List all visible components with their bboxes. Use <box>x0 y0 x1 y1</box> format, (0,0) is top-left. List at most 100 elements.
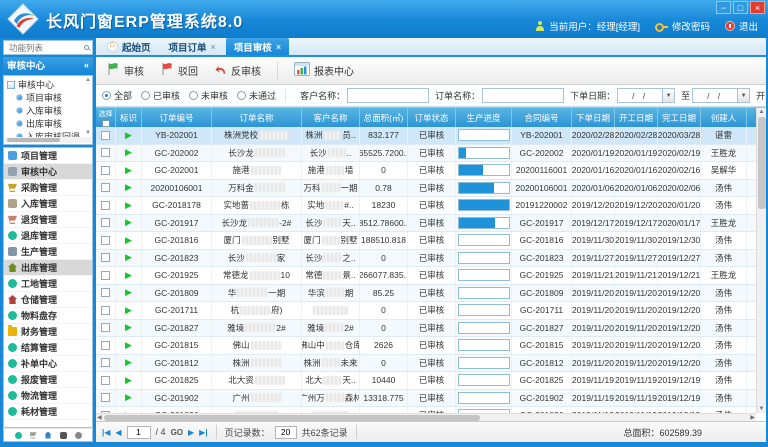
table-row[interactable]: GC-2018178实地蔷栋实地#..18230已审核2019122000220… <box>96 197 756 215</box>
tab-project-orders[interactable]: 项目订单 <box>161 38 224 55</box>
column-header-9[interactable]: 下单日期 <box>572 108 615 127</box>
table-row[interactable]: GC-201917长沙龙-2#长沙天..8512.78600..已审核GC-20… <box>96 215 756 233</box>
column-header-1[interactable]: 标识 <box>116 108 142 127</box>
search-input[interactable] <box>7 42 73 54</box>
row-checkbox[interactable] <box>101 148 110 157</box>
sidebar-module-7[interactable]: 出库管理 <box>4 260 92 276</box>
horizontal-scrollbar[interactable] <box>96 413 756 421</box>
sidebar-module-12[interactable]: 结算管理 <box>4 340 92 356</box>
report-center-button[interactable]: 报表中心 <box>294 62 354 79</box>
column-header-6[interactable]: 订单状态 <box>408 108 456 127</box>
sidebar-module-13[interactable]: 补单中心 <box>4 356 92 372</box>
sidebar-module-15[interactable]: 物流管理 <box>4 388 92 404</box>
tree-hscrollbar[interactable] <box>5 137 91 143</box>
go-button[interactable]: GO <box>171 428 183 437</box>
order-name-input[interactable] <box>482 88 564 103</box>
search-icon[interactable] <box>84 45 89 50</box>
row-checkbox[interactable] <box>101 393 110 402</box>
scroll-up-icon[interactable] <box>759 109 765 115</box>
row-checkbox[interactable] <box>101 218 110 227</box>
table-row[interactable]: GC-202002长沙龙长沙..65525.7200..已审核GC-202002… <box>96 145 756 163</box>
order-date-input[interactable]: / / <box>617 88 663 103</box>
tab-close-icon[interactable] <box>211 42 216 52</box>
table-row[interactable]: GC-201925常德龙10常德景..266077.835..已审核GC-201… <box>96 267 756 285</box>
tab-home[interactable]: 起始页 <box>99 38 159 55</box>
sidebar-module-6[interactable]: 生产管理 <box>4 244 92 260</box>
more-dots-icon[interactable] <box>75 432 82 439</box>
row-checkbox[interactable] <box>101 306 110 315</box>
column-header-4[interactable]: 客户名称 <box>302 108 360 127</box>
hscroll-thumb[interactable] <box>104 415 480 421</box>
row-checkbox[interactable] <box>101 201 110 210</box>
tree-hscroll-thumb[interactable] <box>7 138 60 142</box>
table-row[interactable]: GC-201827雅境2#雅境2#0已审核GC-2018272019/11/20… <box>96 320 756 338</box>
scroll-down-icon[interactable] <box>759 406 765 412</box>
row-checkbox[interactable] <box>101 183 110 192</box>
filter-radio-3[interactable]: 未通过 <box>237 89 276 102</box>
status-dot-icon[interactable] <box>15 432 22 439</box>
send-icon[interactable] <box>45 432 52 439</box>
table-row[interactable]: GC-201809华一期华滨期85.25已审核GC-2018092019/11/… <box>96 285 756 303</box>
row-checkbox[interactable] <box>101 253 110 262</box>
customer-name-input[interactable] <box>347 88 429 103</box>
collapse-icon[interactable] <box>84 60 89 70</box>
change-password-button[interactable]: 修改密码 <box>655 19 710 33</box>
row-checkbox[interactable] <box>101 358 110 367</box>
table-row[interactable]: 20200106001万科金万科一期0.78已审核202001060012020… <box>96 180 756 198</box>
table-row[interactable]: YB-202001株洲党校株洲员..832.177已审核YB-202001202… <box>96 127 756 145</box>
chevron-down-icon[interactable] <box>738 88 750 103</box>
row-checkbox[interactable] <box>101 341 110 350</box>
sidebar-module-4[interactable]: 退货管理 <box>4 212 92 228</box>
tree-item[interactable]: 出库审核 <box>7 117 92 130</box>
column-header-11[interactable]: 完工日期 <box>658 108 701 127</box>
tab-close-icon[interactable] <box>276 42 281 52</box>
page-number-input[interactable] <box>127 426 151 439</box>
tree-item[interactable]: 项目审核 <box>7 91 92 104</box>
table-row[interactable]: GC-201812株洲株洲未来0已审核GC-2018122019/11/2020… <box>96 355 756 373</box>
page-size-input[interactable] <box>275 426 297 439</box>
sidebar-module-3[interactable]: 入库管理 <box>4 196 92 212</box>
logout-button[interactable]: 退出 <box>725 19 758 33</box>
row-checkbox[interactable] <box>101 271 110 280</box>
restore-button[interactable]: □ <box>733 1 748 14</box>
sidebar-module-0[interactable]: 项目管理 <box>4 148 92 164</box>
table-row[interactable]: GC-202001施港施港墙0已审核202001160012020/01/162… <box>96 162 756 180</box>
select-all-checkbox[interactable] <box>102 120 110 127</box>
filter-radio-1[interactable]: 已审核 <box>141 89 180 102</box>
filter-radio-2[interactable]: 未审核 <box>189 89 228 102</box>
tree-scroll-up-icon[interactable] <box>85 77 91 83</box>
table-row[interactable]: GC-201825北大资北大天..10440已审核GC-2018252019/1… <box>96 372 756 390</box>
sidebar-module-5[interactable]: 退库管理 <box>4 228 92 244</box>
table-row[interactable]: GC-201711杭府)0已审核GC-2017112019/11/202019/… <box>96 302 756 320</box>
minimize-button[interactable]: − <box>716 1 731 14</box>
sidebar-module-2[interactable]: 采购管理 <box>4 180 92 196</box>
tree-root[interactable]: 审核中心 <box>7 78 92 91</box>
row-checkbox[interactable] <box>101 236 110 245</box>
user-box-icon[interactable] <box>60 432 67 439</box>
row-checkbox[interactable] <box>101 323 110 332</box>
sidebar-module-8[interactable]: 工地管理 <box>4 276 92 292</box>
row-checkbox[interactable] <box>101 166 110 175</box>
table-row[interactable]: GC-201823长沙家长沙之..0已审核GC-2018232019/11/27… <box>96 250 756 268</box>
column-header-0[interactable]: 选择 <box>96 108 116 127</box>
table-row[interactable]: GC-201816厦门别墅厦门别墅188510.818已审核GC-2018162… <box>96 232 756 250</box>
scroll-left-icon[interactable] <box>97 414 102 421</box>
tab-project-audit[interactable]: 项目审核 <box>226 38 289 55</box>
last-page-icon[interactable] <box>199 428 207 437</box>
column-header-10[interactable]: 开工日期 <box>615 108 658 127</box>
prev-page-icon[interactable] <box>115 428 121 437</box>
sidebar-module-10[interactable]: 物料盘存 <box>4 308 92 324</box>
audit-button[interactable]: 审核 <box>106 62 144 79</box>
column-header-2[interactable]: 订单编号 <box>142 108 212 127</box>
column-header-12[interactable]: 创建人 <box>701 108 747 127</box>
column-header-3[interactable]: 订单名称 <box>212 108 302 127</box>
sidebar-module-16[interactable]: 耗材管理 <box>4 404 92 420</box>
order-date-end-input[interactable]: / / <box>692 88 738 103</box>
column-header-7[interactable]: 生产进度 <box>456 108 512 127</box>
sidebar-module-11[interactable]: 财务管理 <box>4 324 92 340</box>
chevron-down-icon[interactable] <box>663 88 675 103</box>
filter-radio-0[interactable]: 全部 <box>102 89 132 102</box>
tree-scroll-down-icon[interactable] <box>85 130 91 136</box>
first-page-icon[interactable] <box>102 428 110 437</box>
row-checkbox[interactable] <box>101 131 110 140</box>
